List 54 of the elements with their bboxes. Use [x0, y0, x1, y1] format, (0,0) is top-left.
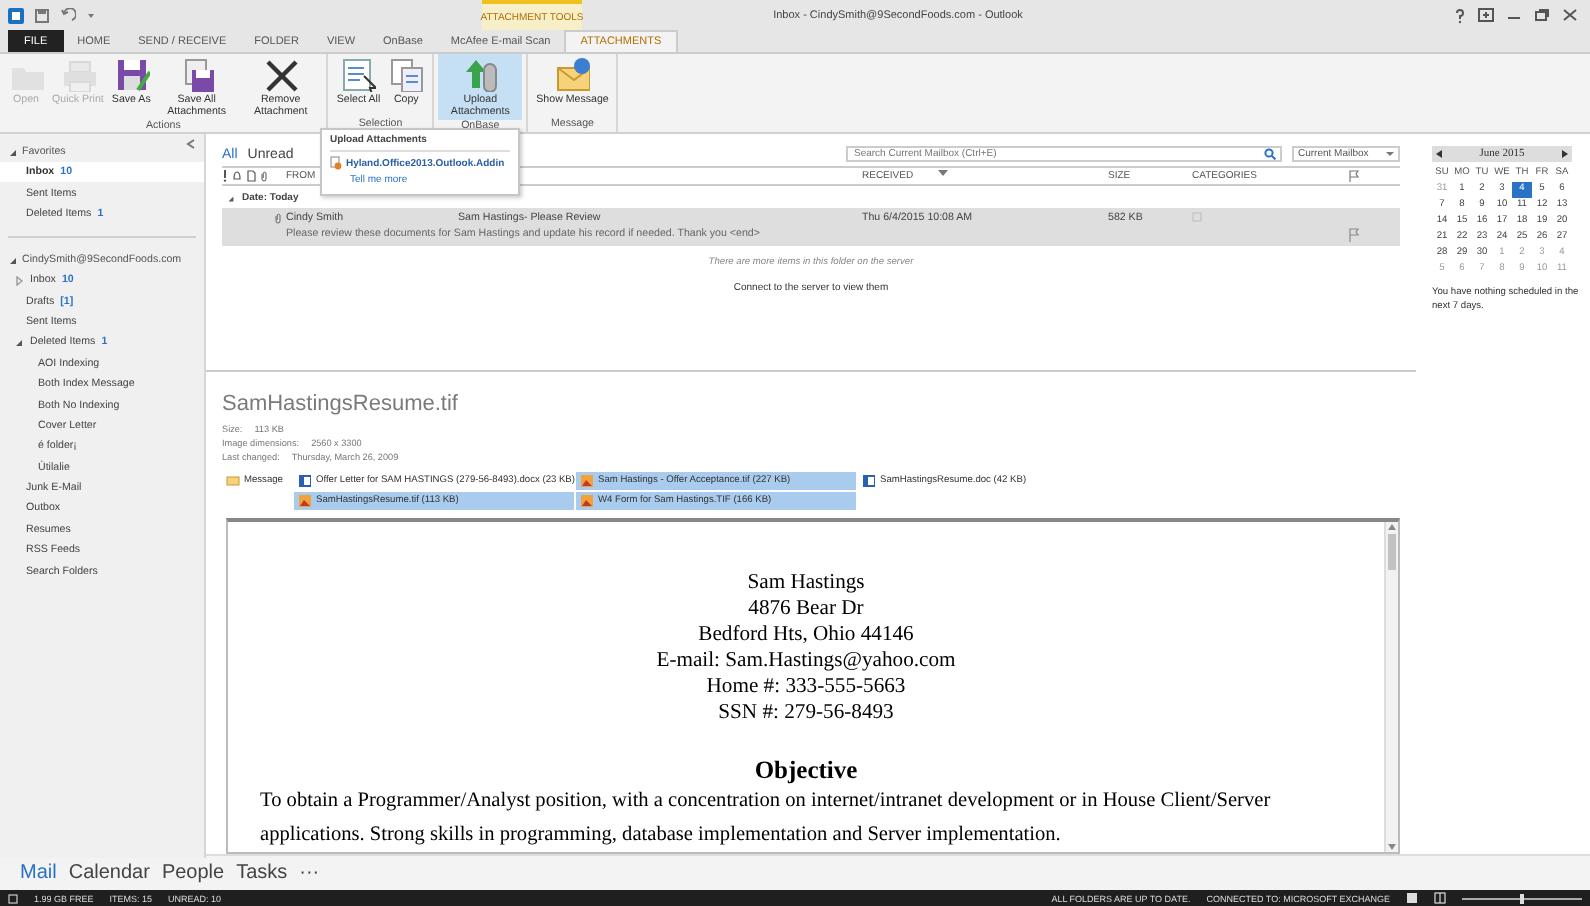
- save-icon[interactable]: [34, 7, 50, 23]
- upload-icon: [462, 56, 499, 92]
- collapse-pane-icon[interactable]: [186, 138, 196, 150]
- cross-icon: [262, 56, 299, 92]
- scroll-down-icon[interactable]: [1388, 844, 1396, 850]
- expanded-arrow-icon[interactable]: [8, 255, 18, 266]
- address-line: 4876 Bear Dr: [746, 596, 866, 622]
- navigation-item[interactable]: Tasks: [236, 862, 288, 884]
- reading-view-icon[interactable]: [1434, 892, 1446, 904]
- paperclip-icon: [274, 212, 282, 224]
- address-line: E-mail: Sam.Hastings@yahoo.com: [654, 648, 958, 674]
- status-icon: [8, 893, 18, 903]
- image-file-icon: [580, 474, 594, 488]
- undo-icon[interactable]: [60, 7, 76, 23]
- ribbon-display-options-icon[interactable]: [1478, 8, 1494, 22]
- image-file-icon: [298, 494, 312, 508]
- add-in-icon: [330, 156, 342, 170]
- outlook-app-icon: [8, 7, 24, 23]
- navigation-item[interactable]: Mail: [20, 862, 57, 884]
- image-file-icon: [580, 494, 594, 508]
- navigation-item[interactable]: Calendar: [68, 862, 150, 884]
- scroll-up-icon[interactable]: [1388, 524, 1396, 530]
- restore-icon[interactable]: [1534, 8, 1550, 22]
- envelope-icon: [554, 56, 591, 92]
- address-line: Sam Hastings: [745, 570, 867, 596]
- help-icon[interactable]: [1454, 7, 1466, 23]
- attachment-title: SamHastingsResume.tif: [222, 392, 460, 416]
- normal-view-icon[interactable]: [1406, 892, 1418, 904]
- bell-icon[interactable]: [232, 170, 242, 182]
- dropdown-caret-icon: [1386, 150, 1394, 158]
- close-icon[interactable]: [1562, 8, 1578, 22]
- scrollbar[interactable]: [1384, 522, 1398, 852]
- previous-month-icon[interactable]: [1436, 150, 1442, 158]
- flag-icon[interactable]: [1348, 170, 1360, 182]
- expanded-arrow-icon[interactable]: [14, 337, 24, 348]
- navigation-item[interactable]: People: [161, 862, 225, 884]
- expanded-arrow-icon[interactable]: [8, 147, 18, 157]
- sort-arrow-icon[interactable]: [937, 170, 948, 176]
- objective-paragraph: To obtain a Programmer/Analyst position, with a concentration on internet/intranet development or in House Client/Server applications. Strong skills in programming, database implementation and Server implementation.: [260, 788, 1273, 850]
- address-line: Bedford Hts, Ohio 44146: [696, 622, 916, 648]
- document-icon[interactable]: [246, 170, 256, 182]
- address-line: Home #: 333-555-5663: [704, 674, 908, 700]
- address-line: SSN #: 279-56-8493: [716, 700, 896, 726]
- navigation-item[interactable]: ···: [299, 862, 320, 884]
- printer-icon: [59, 56, 96, 92]
- envelope-icon: [226, 474, 240, 488]
- paperclip-icon[interactable]: [260, 170, 268, 182]
- word-document-icon: [298, 474, 312, 488]
- next-month-icon[interactable]: [1562, 150, 1568, 158]
- expanded-arrow-icon[interactable]: [227, 194, 235, 202]
- importance-icon[interactable]: [222, 170, 228, 182]
- search-icon[interactable]: [1264, 148, 1276, 160]
- word-document-icon: [862, 474, 876, 488]
- section-heading: Objective: [752, 756, 860, 786]
